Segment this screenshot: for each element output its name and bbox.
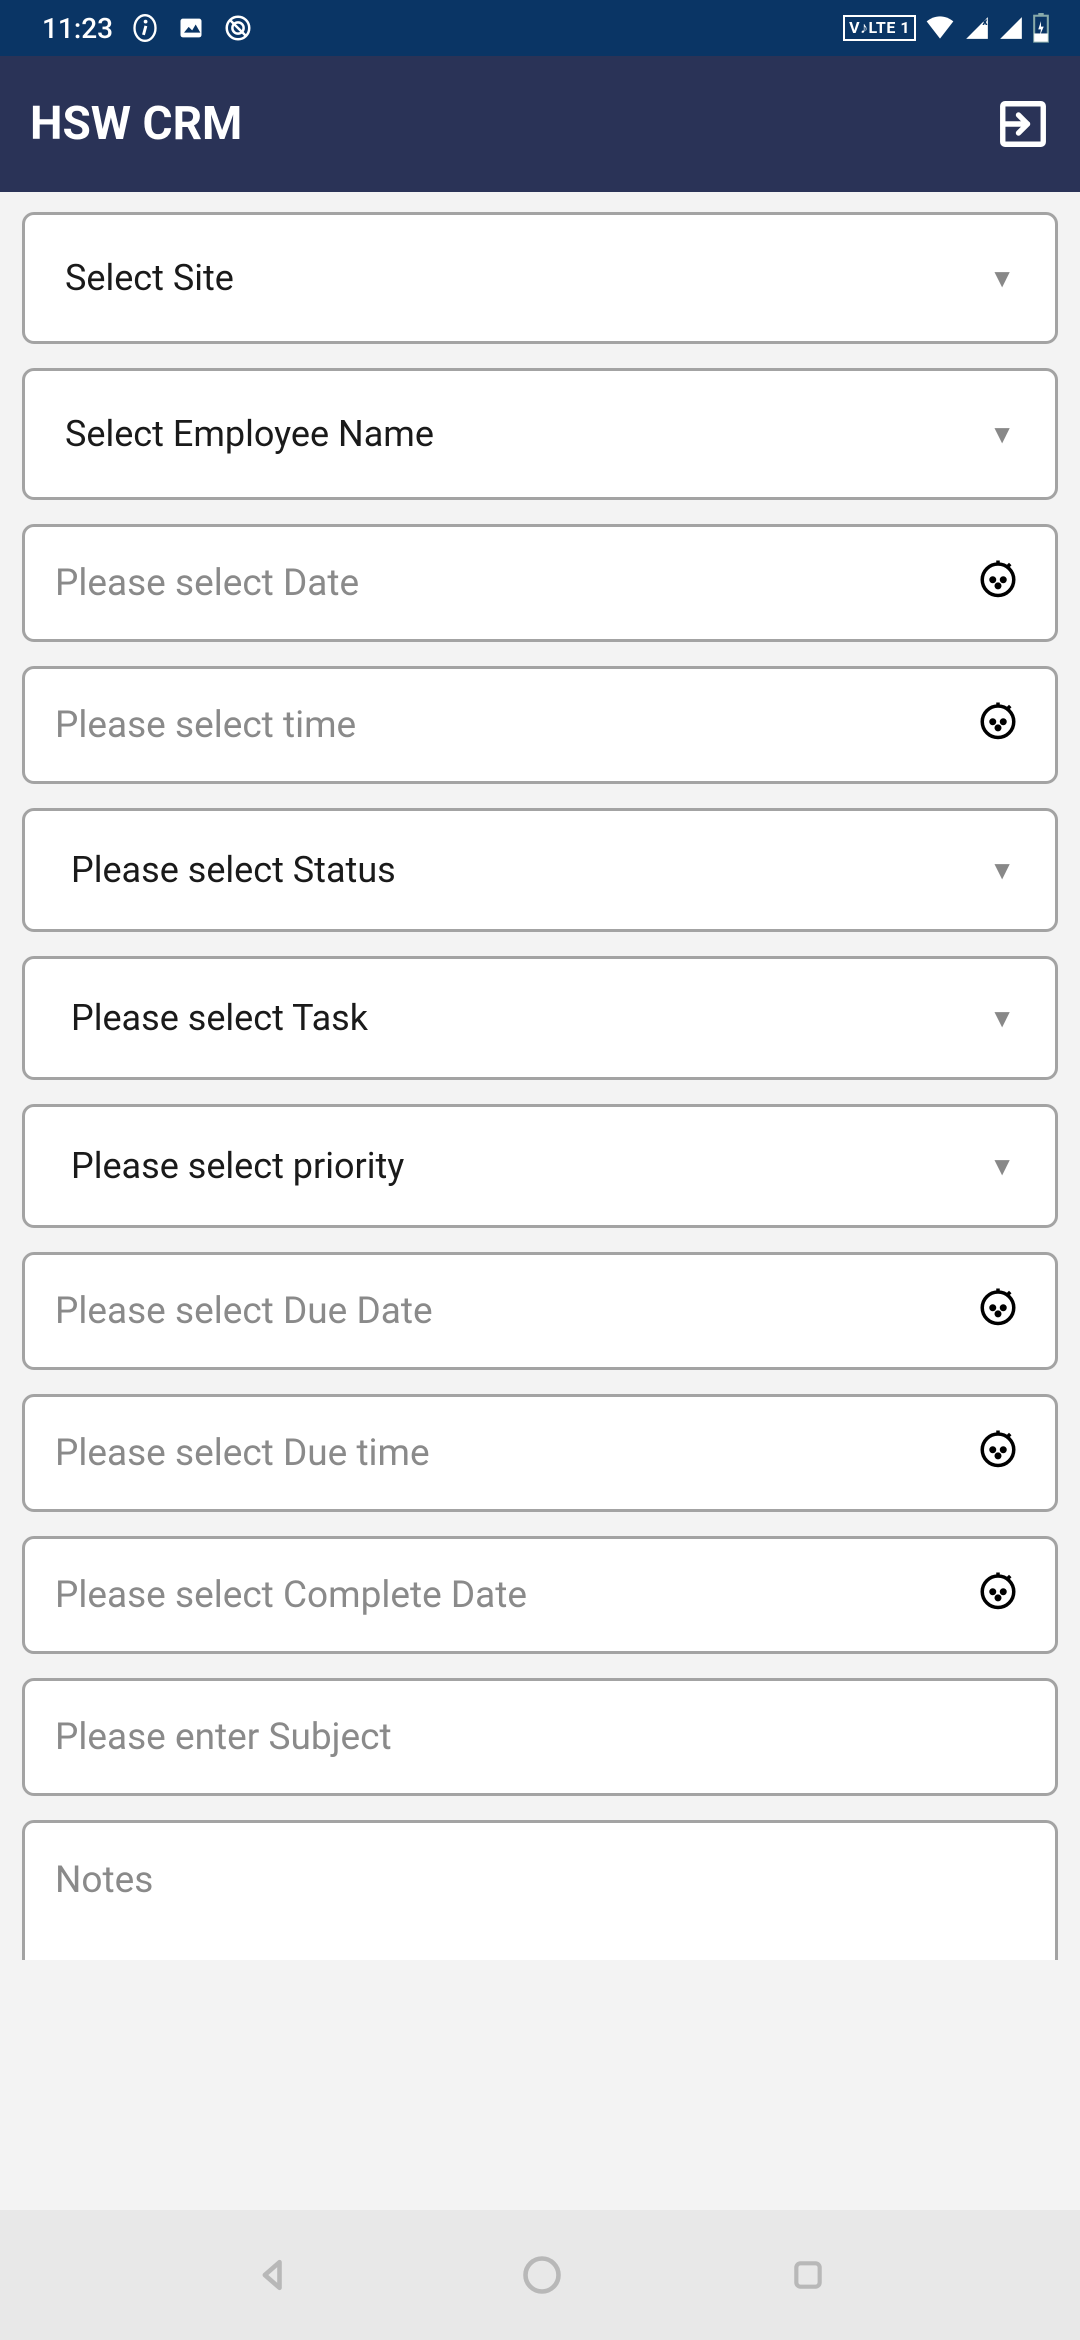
due-time-placeholder: Please select Due time	[55, 1432, 430, 1475]
due-date-field[interactable]: Please select Due Date	[22, 1252, 1058, 1370]
chevron-down-icon: ▼	[989, 855, 1015, 886]
task-dropdown[interactable]: Please select Task ▼	[22, 956, 1058, 1080]
app-title: HSW CRM	[30, 97, 242, 151]
status-bar: 11:23 V♪LTE 1 x	[0, 0, 1080, 56]
timer-icon	[977, 557, 1019, 609]
priority-label: Please select priority	[71, 1145, 404, 1187]
status-left: 11:23	[42, 12, 253, 45]
timer-icon	[977, 1285, 1019, 1337]
subject-field[interactable]: Please enter Subject	[22, 1678, 1058, 1796]
time-field[interactable]: Please select time	[22, 666, 1058, 784]
status-time: 11:23	[42, 12, 113, 45]
complete-date-field[interactable]: Please select Complete Date	[22, 1536, 1058, 1654]
site-dropdown[interactable]: Select Site ▼	[22, 212, 1058, 344]
notes-field[interactable]: Notes	[22, 1820, 1058, 1960]
logout-button[interactable]	[996, 97, 1050, 151]
chevron-down-icon: ▼	[989, 1151, 1015, 1182]
complete-date-placeholder: Please select Complete Date	[55, 1574, 527, 1617]
navigation-bar	[0, 2210, 1080, 2340]
status-label: Please select Status	[71, 849, 396, 891]
chevron-down-icon: ▼	[989, 263, 1015, 294]
volte-badge: V♪LTE 1	[843, 15, 916, 41]
signal-icon-1: x	[964, 15, 990, 41]
site-label: Select Site	[65, 257, 234, 299]
image-icon	[177, 14, 205, 42]
back-icon	[252, 2253, 296, 2297]
app-bar: HSW CRM	[0, 56, 1080, 192]
due-time-field[interactable]: Please select Due time	[22, 1394, 1058, 1512]
priority-dropdown[interactable]: Please select priority ▼	[22, 1104, 1058, 1228]
chevron-down-icon: ▼	[989, 1003, 1015, 1034]
exit-icon	[996, 97, 1050, 151]
status-dropdown[interactable]: Please select Status ▼	[22, 808, 1058, 932]
task-label: Please select Task	[71, 997, 368, 1039]
dnd-icon	[223, 13, 253, 43]
chevron-down-icon: ▼	[989, 419, 1015, 450]
battery-icon	[1032, 13, 1050, 43]
form-content: Select Site ▼ Select Employee Name ▼ Ple…	[0, 192, 1080, 1960]
recent-icon	[788, 2255, 828, 2295]
employee-label: Select Employee Name	[65, 413, 434, 455]
employee-dropdown[interactable]: Select Employee Name ▼	[22, 368, 1058, 500]
status-right: V♪LTE 1 x	[843, 13, 1050, 43]
home-icon	[520, 2253, 564, 2297]
notes-placeholder: Notes	[55, 1859, 153, 1902]
timer-icon	[977, 699, 1019, 751]
due-date-placeholder: Please select Due Date	[55, 1290, 433, 1333]
timer-icon	[977, 1569, 1019, 1621]
timer-icon	[977, 1427, 1019, 1479]
info-icon	[131, 14, 159, 42]
date-field[interactable]: Please select Date	[22, 524, 1058, 642]
wifi-icon	[924, 14, 956, 42]
recent-button[interactable]	[788, 2255, 828, 2295]
time-placeholder: Please select time	[55, 704, 356, 747]
date-placeholder: Please select Date	[55, 562, 359, 605]
back-button[interactable]	[252, 2253, 296, 2297]
home-button[interactable]	[520, 2253, 564, 2297]
signal-icon-2	[998, 15, 1024, 41]
subject-placeholder: Please enter Subject	[55, 1716, 392, 1759]
